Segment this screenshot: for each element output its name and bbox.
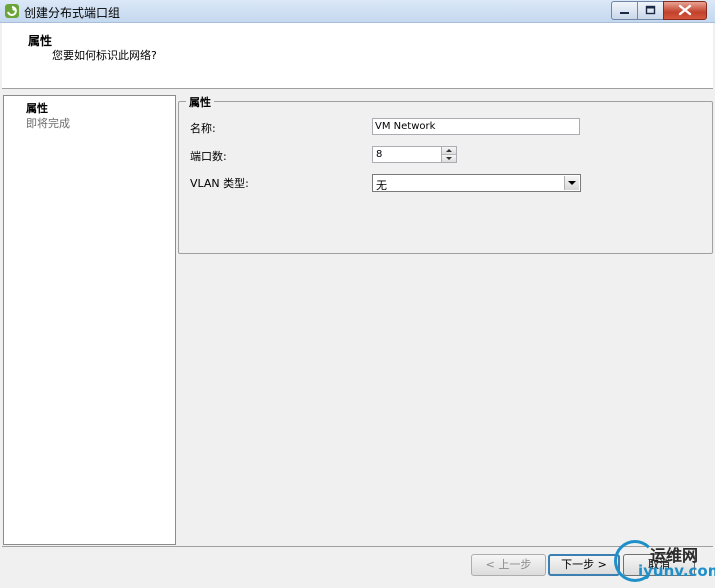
wizard-steps: 属性 即将完成 [3,95,176,545]
ports-label: 端口数: [190,150,227,163]
title-bar[interactable]: 创建分布式端口组 [0,0,715,23]
vsphere-app-icon [5,4,19,18]
maximize-button[interactable] [637,1,663,20]
spinner-buttons [441,147,456,162]
vlan-type-value: 无 [376,179,387,192]
page-title: 属性 [28,34,53,48]
site-watermark: 运维网 iyunv.com [610,540,715,588]
step-item-properties[interactable]: 属性 [26,100,48,116]
back-button[interactable]: < 上一步 [471,554,546,576]
step-item-ready-to-complete[interactable]: 即将完成 [26,115,70,131]
watermark-en-text: iyunv.com [638,562,715,580]
window-title: 创建分布式端口组 [24,6,121,20]
port-count-stepper[interactable]: 8 [372,146,457,163]
name-label: 名称: [190,122,216,135]
name-input[interactable] [372,118,580,135]
spin-up-button[interactable] [442,147,456,155]
chevron-down-icon[interactable] [564,176,579,190]
groupbox-title: 属性 [186,94,214,110]
minimize-icon [620,12,629,14]
wizard-header: 属性 您要如何标识此网络? [2,23,713,89]
vlan-type-select[interactable]: 无 [372,174,581,192]
close-icon [678,4,692,16]
dialog-window: 创建分布式端口组 属性 您要如何标识此网络? 属性 即将完成 属性 名称: 端口… [0,0,715,588]
window-controls [611,1,707,20]
footer-divider [2,546,713,547]
maximize-icon [645,5,656,15]
port-count-value: 8 [376,149,383,160]
close-button[interactable] [663,1,707,20]
page-subtitle: 您要如何标识此网络? [52,49,157,62]
spin-down-button[interactable] [442,155,456,162]
vlan-type-label: VLAN 类型: [190,177,249,190]
minimize-button[interactable] [611,1,637,20]
